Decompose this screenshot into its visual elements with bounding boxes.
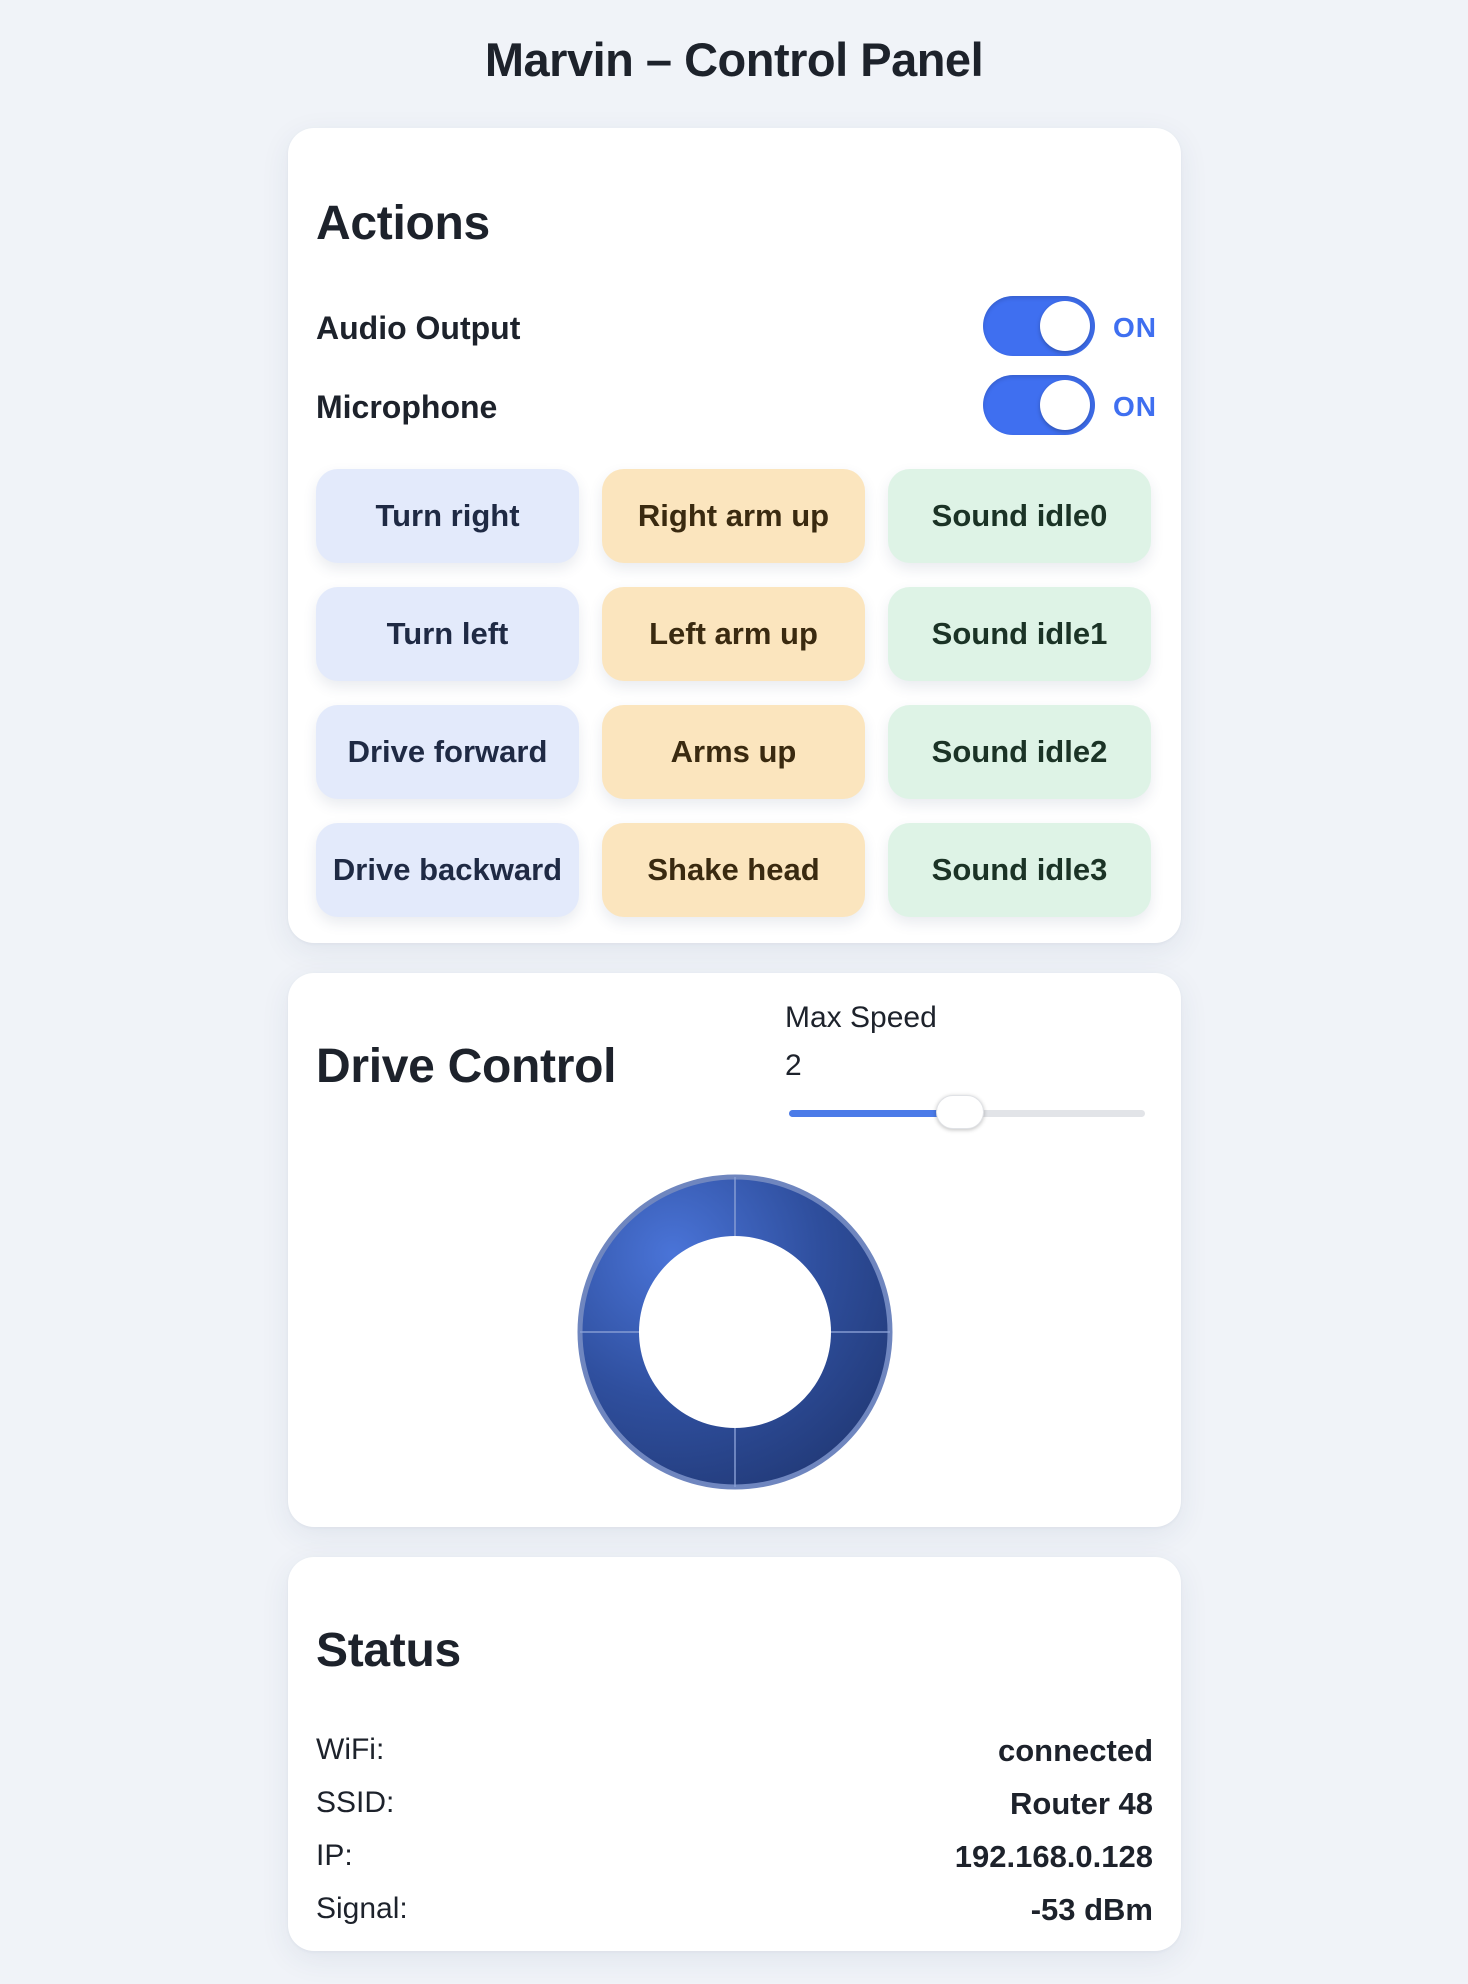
status-row-ip: IP: 192.168.0.128 <box>316 1833 1153 1886</box>
drive-forward-button[interactable]: Drive forward <box>316 705 579 799</box>
status-key: WiFi: <box>316 1733 385 1766</box>
audio-output-label: Audio Output <box>316 310 521 346</box>
shake-head-button[interactable]: Shake head <box>602 823 865 917</box>
microphone-state: ON <box>1113 391 1157 422</box>
status-key: IP: <box>316 1839 353 1872</box>
arms-up-button[interactable]: Arms up <box>602 705 865 799</box>
sound-idle2-button[interactable]: Sound idle2 <box>888 705 1151 799</box>
max-speed-label: Max Speed <box>785 1001 937 1034</box>
turn-right-button[interactable]: Turn right <box>316 469 579 563</box>
slider-fill <box>789 1110 960 1117</box>
status-title: Status <box>316 1624 461 1677</box>
status-key: Signal: <box>316 1892 408 1925</box>
status-row-ssid: SSID: Router 48 <box>316 1780 1153 1833</box>
status-value: connected <box>997 1733 1153 1768</box>
status-value: Router 48 <box>1010 1786 1153 1821</box>
action-buttons-grid: Turn right Right arm up Sound idle0 Turn… <box>316 469 1153 917</box>
actions-title: Actions <box>316 197 490 250</box>
drive-control-title: Drive Control <box>316 1040 617 1093</box>
toggle-row-microphone: Microphone ON <box>316 375 1156 437</box>
audio-output-switch[interactable] <box>983 296 1095 356</box>
actions-card: Actions Audio Output ON Microphone ON Tu… <box>288 128 1181 943</box>
sound-idle3-button[interactable]: Sound idle3 <box>888 823 1151 917</box>
microphone-label: Microphone <box>316 389 498 425</box>
status-card: Status WiFi: connected SSID: Router 48 I… <box>288 1557 1181 1951</box>
sound-idle1-button[interactable]: Sound idle1 <box>888 587 1151 681</box>
audio-output-state: ON <box>1113 312 1157 343</box>
toggle-row-audio-output: Audio Output ON <box>316 296 1156 358</box>
status-row-signal: Signal: -53 dBm <box>316 1886 1153 1939</box>
switch-knob <box>1040 380 1090 430</box>
max-speed-value: 2 <box>785 1049 802 1082</box>
status-value: 192.168.0.128 <box>954 1839 1153 1874</box>
switch-knob <box>1040 301 1090 351</box>
drive-backward-button[interactable]: Drive backward <box>316 823 579 917</box>
microphone-switch[interactable] <box>983 375 1095 435</box>
status-row-wifi: WiFi: connected <box>316 1727 1153 1780</box>
max-speed-slider[interactable] <box>789 1095 1145 1129</box>
status-value: -53 dBm <box>1030 1892 1153 1927</box>
turn-left-button[interactable]: Turn left <box>316 587 579 681</box>
left-arm-up-button[interactable]: Left arm up <box>602 587 865 681</box>
slider-thumb[interactable] <box>936 1095 984 1129</box>
drive-control-card: Drive Control Max Speed 2 <box>288 973 1181 1527</box>
right-arm-up-button[interactable]: Right arm up <box>602 469 865 563</box>
status-key: SSID: <box>316 1786 395 1819</box>
joystick-ring-icon[interactable] <box>575 1172 895 1492</box>
status-list: WiFi: connected SSID: Router 48 IP: 192.… <box>316 1727 1153 1939</box>
sound-idle0-button[interactable]: Sound idle0 <box>888 469 1151 563</box>
page-title: Marvin – Control Panel <box>484 33 984 86</box>
